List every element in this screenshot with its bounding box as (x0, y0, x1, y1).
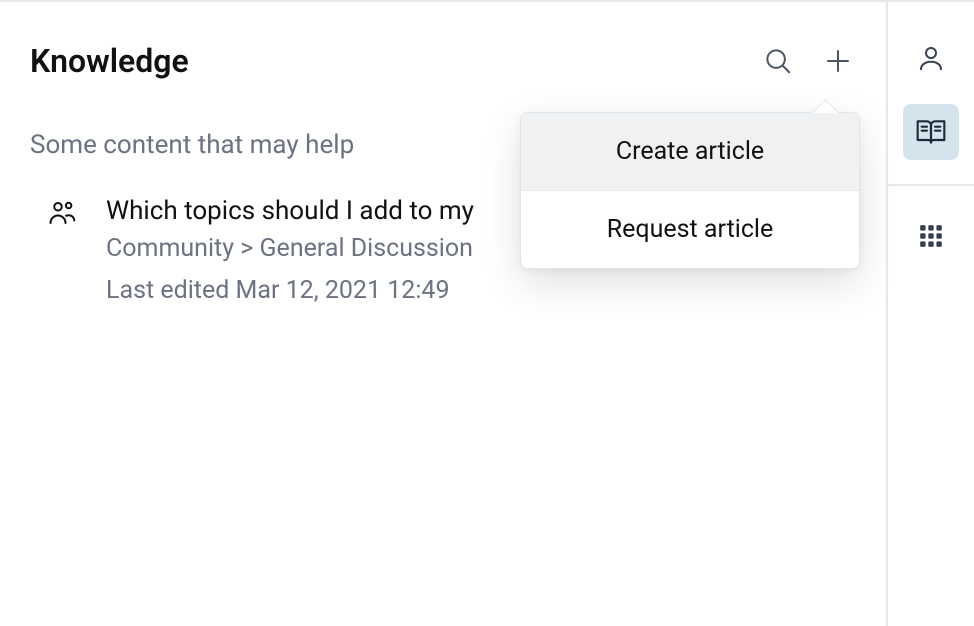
rail-divider (888, 184, 974, 186)
panel-header: Knowledge (30, 42, 856, 80)
right-rail (886, 2, 974, 626)
add-dropdown: Create article Request article (520, 112, 860, 269)
book-open-icon (915, 116, 947, 148)
user-icon (916, 43, 946, 73)
search-icon (763, 46, 793, 76)
add-button[interactable] (820, 43, 856, 79)
plus-icon (823, 46, 853, 76)
article-breadcrumb: Community > General Discussion (106, 230, 474, 268)
rail-apps-button[interactable] (903, 208, 959, 264)
panel-actions (760, 43, 856, 79)
article-body: Which topics should I add to my Communit… (106, 196, 474, 309)
search-button[interactable] (760, 43, 796, 79)
knowledge-panel: Knowledge Some content that may help (0, 2, 886, 626)
rail-knowledge-button[interactable] (903, 104, 959, 160)
request-article-option[interactable]: Request article (521, 191, 859, 268)
community-icon (48, 198, 78, 228)
apps-grid-icon (918, 223, 944, 249)
panel-title: Knowledge (30, 42, 189, 80)
article-title: Which topics should I add to my (106, 196, 474, 226)
rail-user-button[interactable] (903, 30, 959, 86)
article-last-edited: Last edited Mar 12, 2021 12:49 (106, 272, 474, 310)
create-article-option[interactable]: Create article (521, 113, 859, 190)
